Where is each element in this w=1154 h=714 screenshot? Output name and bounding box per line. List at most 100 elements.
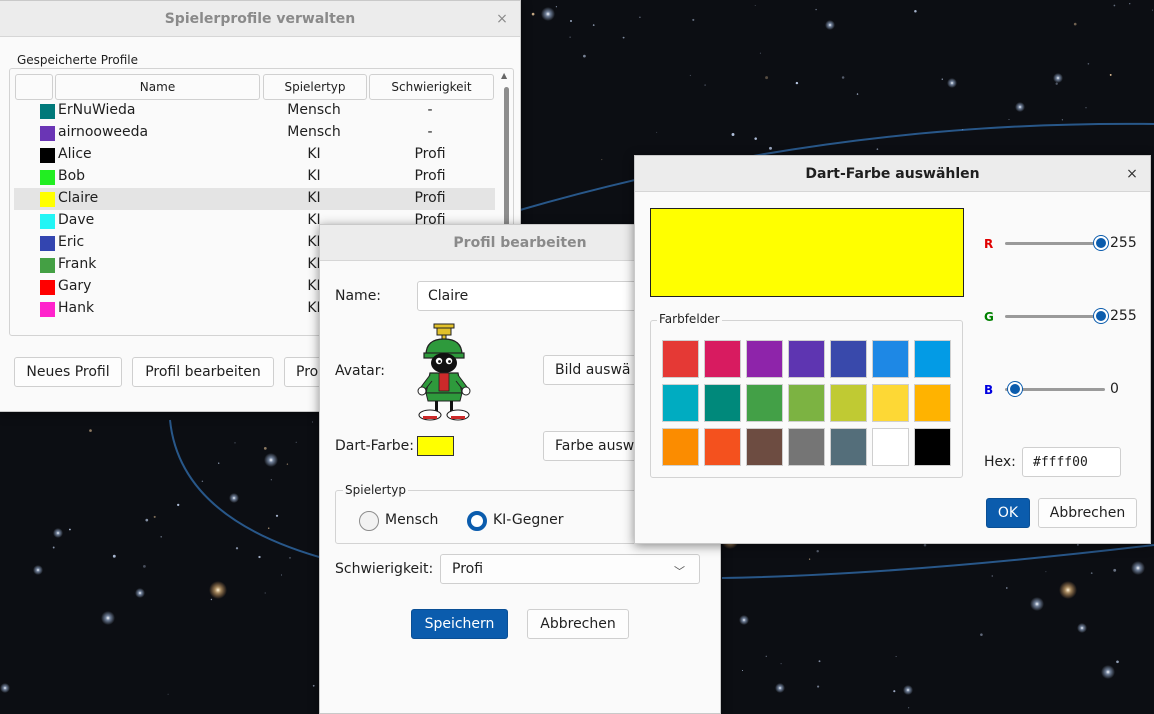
color-swatch[interactable] <box>704 428 741 466</box>
star <box>1015 102 1025 112</box>
star <box>1131 561 1145 575</box>
star <box>1073 22 1077 26</box>
star <box>541 7 555 21</box>
edit-profile-button[interactable]: Profil bearbeiten <box>132 357 274 387</box>
close-icon[interactable]: × <box>1122 164 1142 184</box>
star <box>775 683 785 693</box>
radio-ai-label[interactable]: KI-Gegner <box>493 512 563 528</box>
player-type: KI <box>307 190 321 206</box>
choose-image-button[interactable]: Bild auswä <box>543 355 643 385</box>
player-color-swatch <box>40 280 55 295</box>
star <box>145 518 149 522</box>
star <box>229 493 239 503</box>
star <box>908 707 910 709</box>
star <box>941 78 944 80</box>
cancel-button[interactable]: Abbrechen <box>527 609 629 639</box>
star <box>1113 568 1117 572</box>
column-header-type[interactable]: Spielertyp <box>263 74 367 100</box>
red-slider-track[interactable] <box>1005 242 1105 245</box>
star <box>795 81 799 85</box>
table-row[interactable]: Bob KI Profi <box>14 166 495 188</box>
save-button[interactable]: Speichern <box>411 609 508 639</box>
blue-channel-label: B <box>984 383 994 397</box>
color-swatch[interactable] <box>662 428 699 466</box>
player-color-swatch <box>40 192 55 207</box>
color-swatch[interactable] <box>746 384 783 422</box>
star <box>234 442 236 444</box>
ok-button[interactable]: OK <box>986 498 1030 528</box>
column-header-name[interactable]: Name <box>55 74 260 100</box>
star <box>1085 106 1087 109</box>
name-input[interactable]: Claire <box>417 281 657 311</box>
star <box>816 549 819 553</box>
star <box>692 18 695 21</box>
dart-color-label: Dart-Farbe: <box>335 438 414 454</box>
third-profile-button[interactable]: Pro <box>284 357 324 387</box>
color-swatch[interactable] <box>746 340 783 378</box>
color-swatch[interactable] <box>872 340 909 378</box>
star <box>1045 571 1047 573</box>
color-titlebar[interactable]: Dart-Farbe auswählen × <box>635 156 1150 192</box>
blue-slider-knob[interactable] <box>1008 382 1022 396</box>
difficulty-select[interactable]: Profi ﹀ <box>440 554 700 584</box>
color-swatch[interactable] <box>788 428 825 466</box>
star <box>1129 3 1131 5</box>
profiles-titlebar[interactable]: Spielerprofile verwalten × <box>0 1 520 37</box>
star <box>1087 63 1090 65</box>
choose-color-button[interactable]: Farbe ausw <box>543 431 643 461</box>
color-swatch[interactable] <box>704 340 741 378</box>
star <box>1151 9 1153 11</box>
saved-profiles-label: Gespeicherte Profile <box>17 53 139 67</box>
player-type: Mensch <box>287 102 341 118</box>
scrollbar-thumb[interactable] <box>504 87 509 232</box>
star <box>947 78 957 88</box>
star <box>201 480 204 483</box>
star <box>101 611 115 625</box>
star <box>210 598 213 601</box>
close-icon[interactable]: × <box>492 9 512 29</box>
new-profile-button[interactable]: Neues Profil <box>14 357 122 387</box>
scroll-up-icon[interactable]: ▲ <box>501 71 507 80</box>
star <box>263 447 267 450</box>
green-slider-track[interactable] <box>1005 315 1105 318</box>
column-header-color[interactable] <box>15 74 53 100</box>
radio-human-label[interactable]: Mensch <box>385 512 438 528</box>
radio-ai[interactable] <box>467 511 487 531</box>
color-swatch[interactable] <box>914 340 951 378</box>
blue-value: 0 <box>1110 381 1119 397</box>
star <box>815 8 817 11</box>
color-swatch[interactable] <box>788 340 825 378</box>
green-slider-knob[interactable] <box>1094 309 1108 323</box>
table-row[interactable]: airnooweeda Mensch - <box>14 122 495 144</box>
color-swatch[interactable] <box>788 384 825 422</box>
star <box>1030 597 1044 611</box>
color-swatch[interactable] <box>662 384 699 422</box>
cancel-button[interactable]: Abbrechen <box>1038 498 1137 528</box>
column-header-difficulty[interactable]: Schwierigkeit <box>369 74 494 100</box>
table-row[interactable]: Claire KI Profi <box>14 188 495 210</box>
red-channel-label: R <box>984 237 994 251</box>
color-swatch[interactable] <box>914 384 951 422</box>
star <box>739 615 749 625</box>
star <box>235 547 239 550</box>
color-swatch[interactable] <box>830 428 867 466</box>
color-swatch[interactable] <box>746 428 783 466</box>
star <box>754 5 756 6</box>
hex-input[interactable]: #ffff00 <box>1022 447 1121 477</box>
color-swatch[interactable] <box>830 384 867 422</box>
star <box>1059 581 1077 599</box>
color-swatch[interactable] <box>872 428 909 466</box>
color-swatch[interactable] <box>830 340 867 378</box>
table-row[interactable]: ErNuWieda Mensch - <box>14 100 495 122</box>
radio-human[interactable] <box>359 511 379 531</box>
star <box>759 52 761 54</box>
color-swatch[interactable] <box>872 384 909 422</box>
table-row[interactable]: Alice KI Profi <box>14 144 495 166</box>
color-swatch[interactable] <box>704 384 741 422</box>
color-swatch[interactable] <box>662 340 699 378</box>
difficulty-value: Profi <box>452 561 484 577</box>
star <box>583 54 586 58</box>
red-slider-knob[interactable] <box>1094 236 1108 250</box>
color-swatch[interactable] <box>914 428 951 466</box>
player-name: Gary <box>58 278 92 294</box>
